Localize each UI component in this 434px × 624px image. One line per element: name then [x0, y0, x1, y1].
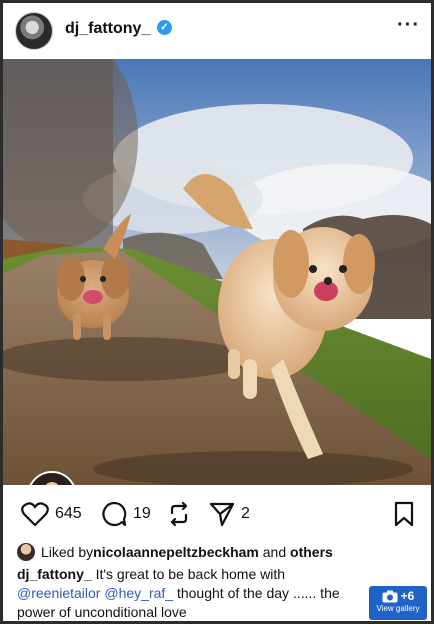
heart-outline-icon — [21, 501, 49, 527]
post-caption: dj_fattony_ It's great to be back home w… — [17, 565, 367, 622]
like-button[interactable]: 645 — [21, 501, 82, 527]
more-horizontal-icon[interactable]: ··· — [397, 13, 421, 37]
post-photo[interactable] — [3, 59, 431, 485]
repost-icon — [170, 501, 188, 527]
caption-text-2: thought of the day ...... the — [173, 585, 340, 601]
caption-text-3: power of unconditional love — [17, 604, 187, 620]
caption-author[interactable]: dj_fattony_ — [17, 566, 92, 582]
liked-by-row: Liked by nicolaannepeltzbeckham and othe… — [17, 543, 333, 561]
gallery-count: +6 — [400, 589, 415, 603]
post-frame: dj_fattony_ ✓ ··· 645 19 2 Liked by nico… — [0, 0, 434, 624]
gallery-label: View gallery — [376, 604, 420, 613]
share-button[interactable]: 2 — [209, 501, 250, 527]
like-count: 645 — [55, 505, 82, 522]
liked-by-user-link[interactable]: nicolaannepeltzbeckham — [93, 544, 259, 560]
comment-button[interactable]: 19 — [101, 501, 151, 527]
liked-by-joiner: and — [258, 544, 291, 560]
repost-button[interactable] — [167, 501, 191, 527]
liked-by-prefix: Liked by — [41, 544, 94, 560]
post-header: dj_fattony_ ✓ ··· — [3, 3, 431, 59]
caption-text-1: It's great to be back home with — [91, 566, 289, 582]
profile-avatar[interactable] — [15, 12, 53, 50]
mention-hey-raf[interactable]: @hey_raf_ — [104, 585, 173, 601]
verified-badge-icon: ✓ — [157, 20, 172, 35]
liker-avatar[interactable] — [17, 543, 35, 561]
save-button[interactable] — [393, 501, 415, 527]
mention-reenietailor[interactable]: @reenietailor — [17, 585, 100, 601]
share-count: 2 — [241, 505, 250, 522]
send-icon — [209, 502, 235, 527]
view-gallery-button[interactable]: +6 View gallery — [369, 586, 427, 620]
comment-count: 19 — [133, 505, 151, 522]
liked-by-others-link[interactable]: others — [290, 544, 333, 560]
bookmark-icon — [394, 501, 414, 527]
camera-icon — [382, 590, 398, 602]
post-username[interactable]: dj_fattony_ — [65, 20, 150, 38]
comment-icon — [102, 501, 127, 527]
action-bar: 645 19 2 — [3, 493, 431, 537]
